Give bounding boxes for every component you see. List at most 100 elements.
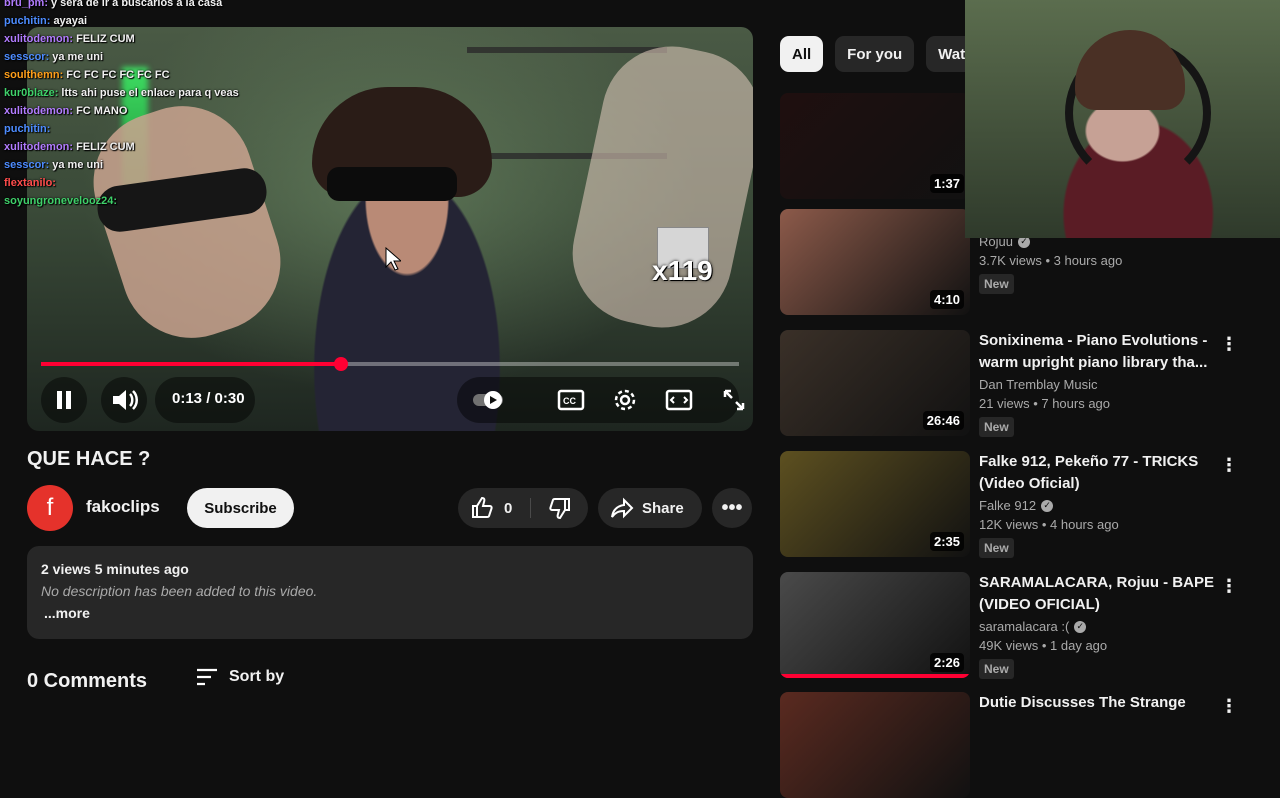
video-thumbnail[interactable]: 1:37: [780, 93, 970, 199]
recommendation-title[interactable]: Falke 912, Pekeño 77 - TRICKS (Video Ofi…: [979, 451, 1224, 495]
chat-text: FELIZ CUM: [76, 141, 135, 153]
recommendation-meta: 3.7K views • 3 hours ago: [979, 253, 1123, 268]
video-thumbnail[interactable]: 26:46: [780, 330, 970, 436]
chat-message: sesscor: ya me uni: [4, 48, 334, 66]
chat-username: puchitin:: [4, 15, 51, 27]
channel-avatar[interactable]: f: [27, 485, 73, 531]
chat-text: ya me uni: [52, 51, 104, 63]
chat-text: ya me uni: [52, 159, 104, 171]
channel-name[interactable]: fakoclips: [86, 497, 160, 517]
progress-fill: [41, 362, 342, 366]
like-button[interactable]: 0: [458, 488, 530, 528]
chat-username: xulitodemon:: [4, 33, 74, 45]
volume-button[interactable]: [101, 377, 147, 423]
progress-bar[interactable]: [41, 357, 739, 371]
sort-label: Sort by: [229, 668, 285, 685]
chat-message: xulitodemon: FELIZ CUM: [4, 30, 334, 48]
chat-message: sesscor: ya me uni: [4, 156, 334, 174]
views-and-date: 2 views 5 minutes ago: [41, 561, 189, 577]
chat-message: xulitodemon: FELIZ CUM: [4, 138, 334, 156]
recommendation-title[interactable]: Dutie Discusses The Strange: [979, 692, 1224, 714]
filter-chips: All For you Wat: [780, 36, 978, 72]
chat-username: kur0blaze:: [4, 87, 59, 99]
share-icon: [611, 497, 634, 519]
description-box[interactable]: 2 views 5 minutes ago No description has…: [27, 546, 753, 639]
chat-text: FELIZ CUM: [76, 33, 135, 45]
more-horizontal-icon: •••: [721, 496, 743, 519]
chat-message: xulitodemon: FC MANO: [4, 102, 334, 120]
volume-icon: [113, 390, 138, 410]
chat-text: ltts ahi puse el enlace para q veas: [61, 87, 239, 99]
chat-message: kur0blaze: ltts ahi puse el enlace para q…: [4, 84, 334, 102]
recommendation-item[interactable]: 26:46 Sonixinema - Piano Evolutions - war…: [780, 330, 1260, 437]
video-thumbnail[interactable]: [780, 692, 970, 798]
chat-message: puchitin:: [4, 120, 334, 138]
chat-text: ayayai: [53, 15, 88, 27]
autoplay-toggle-icon[interactable]: [471, 388, 507, 412]
thumbs-up-icon: [472, 496, 493, 518]
settings-gear-icon[interactable]: [612, 387, 638, 413]
recommendation-title[interactable]: SARAMALACARA, Rojuu - BAPE (VIDEO OFICIA…: [979, 572, 1224, 616]
chat-username: soyungronevelooz24:: [4, 195, 118, 207]
verified-check-icon: ✓: [1074, 620, 1087, 633]
new-badge: New: [979, 417, 1014, 437]
description-text: No description has been added to this vi…: [41, 583, 318, 599]
more-vertical-icon[interactable]: ⋮: [1220, 455, 1238, 476]
recommendation-info: SARAMALACARA, Rojuu - BAPE (VIDEO OFICIA…: [979, 572, 1224, 679]
recommendation-meta: 21 views • 7 hours ago: [979, 396, 1111, 411]
thumbs-down-icon: [548, 498, 570, 520]
channel-name-text: Falke 912: [979, 498, 1037, 513]
more-actions-button[interactable]: •••: [712, 488, 752, 528]
subscribe-button[interactable]: Subscribe: [187, 488, 294, 528]
recommendation-channel[interactable]: saramalacara :(✓: [979, 619, 1224, 634]
chip-all[interactable]: All: [780, 36, 824, 72]
more-vertical-icon[interactable]: ⋮: [1220, 576, 1238, 597]
share-label: Share: [642, 499, 684, 517]
recommendation-channel[interactable]: Falke 912 ✓: [979, 498, 1224, 513]
recommendation-channel[interactable]: Dan Tremblay Music: [979, 377, 1224, 392]
recommendation-meta: 12K views • 4 hours ago: [979, 517, 1119, 532]
webcam-hair: [1075, 30, 1185, 110]
recommendation-item[interactable]: Dutie Discusses The Strange ⋮: [780, 692, 1260, 798]
chat-username: flextanilo:: [4, 177, 56, 189]
chat-message: soulthemn: FC FC FC FC FC FC: [4, 66, 334, 84]
recommendation-title[interactable]: Sonixinema - Piano Evolutions - warm upr…: [979, 330, 1224, 374]
captions-icon[interactable]: CC: [557, 388, 585, 412]
recommendation-info: Dutie Discusses The Strange: [979, 692, 1224, 714]
sort-comments-button[interactable]: Sort by: [195, 667, 284, 687]
fullscreen-icon[interactable]: [721, 387, 747, 413]
recommendation-info: Sonixinema - Piano Evolutions - warm upr…: [979, 330, 1224, 437]
pause-button[interactable]: [41, 377, 87, 423]
chat-username: puchitin:: [4, 123, 51, 135]
chat-message: puchitin: ayayai: [4, 12, 334, 30]
video-duration: 2:35: [929, 532, 964, 551]
chat-text: FC MANO: [76, 105, 128, 117]
stream-chat-overlay: bru_pm: y sera de ir a buscarlos a la cas…: [4, 0, 334, 210]
chat-username: soulthemn:: [4, 69, 64, 81]
chat-username: sesscor:: [4, 159, 50, 171]
recommendation-item[interactable]: 2:26 SARAMALACARA, Rojuu - BAPE (VIDEO OF…: [780, 572, 1260, 679]
dislike-button[interactable]: [531, 488, 588, 528]
more-vertical-icon[interactable]: ⋮: [1220, 334, 1238, 355]
verified-check-icon: ✓: [1041, 499, 1054, 512]
video-thumbnail[interactable]: 4:10: [780, 209, 970, 315]
recommendation-item[interactable]: 2:35 Falke 912, Pekeño 77 - TRICKS (Video…: [780, 451, 1260, 558]
pause-icon: [57, 391, 71, 409]
new-badge: New: [979, 659, 1014, 679]
video-duration: 1:37: [929, 174, 964, 193]
video-thumbnail[interactable]: 2:35: [780, 451, 970, 557]
chip-for-you[interactable]: For you: [835, 36, 915, 72]
chat-text: FC FC FC FC FC FC: [66, 69, 170, 81]
sort-icon: [197, 668, 217, 686]
video-title: QUE HACE ?: [27, 448, 151, 470]
video-frame-sunglasses: [327, 167, 457, 201]
video-thumbnail[interactable]: 2:26: [780, 572, 970, 678]
new-badge: New: [979, 274, 1014, 294]
new-badge: New: [979, 538, 1014, 558]
show-more-link[interactable]: ...more: [44, 605, 90, 621]
chat-username: sesscor:: [4, 51, 50, 63]
watched-progress-bar: [780, 674, 970, 678]
theater-mode-icon[interactable]: [665, 387, 693, 413]
more-vertical-icon[interactable]: ⋮: [1220, 696, 1238, 717]
share-button[interactable]: Share: [598, 488, 702, 528]
